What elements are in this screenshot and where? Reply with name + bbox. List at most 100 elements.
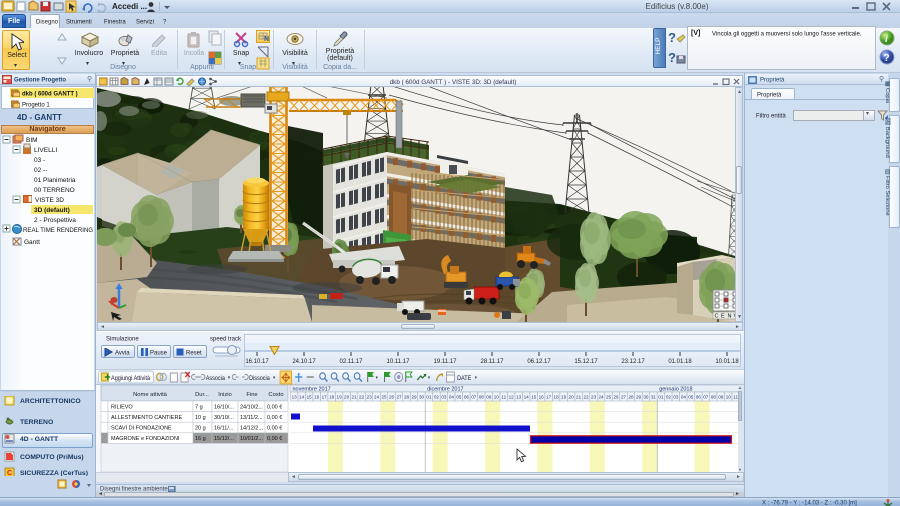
svg-text:16.10.17: 16.10.17 — [245, 359, 269, 365]
svg-text:24: 24 — [598, 395, 604, 400]
svg-text:?: ? — [884, 53, 890, 64]
svg-text:00 TERRENO: 00 TERRENO — [34, 187, 75, 194]
svg-text:4D - GANTT: 4D - GANTT — [20, 436, 59, 443]
svg-text:Aggiungi Attività: Aggiungi Attività — [111, 376, 151, 382]
svg-text:0,00 €: 0,00 € — [267, 426, 282, 432]
svg-text:15: 15 — [531, 395, 537, 400]
svg-text:16/10/...: 16/10/... — [214, 404, 234, 410]
svg-text:0,00 €: 0,00 € — [267, 436, 282, 442]
svg-text:10 g: 10 g — [195, 415, 206, 421]
svg-text:14/12/2...: 14/12/2... — [240, 426, 263, 432]
svg-text:VISTE 3D: VISTE 3D — [35, 197, 64, 204]
svg-text:16/11/...: 16/11/... — [214, 426, 234, 432]
svg-text:30/10/...: 30/10/... — [214, 415, 234, 421]
svg-text:25: 25 — [606, 395, 612, 400]
svg-text:21: 21 — [352, 395, 358, 400]
svg-text:08: 08 — [711, 395, 717, 400]
svg-text:COMPUTO (PriMus): COMPUTO (PriMus) — [20, 454, 84, 461]
svg-text:23: 23 — [591, 395, 597, 400]
svg-text:11: 11 — [501, 395, 506, 400]
svg-text:18: 18 — [329, 395, 335, 400]
svg-text:LIVELLI: LIVELLI — [34, 147, 57, 154]
svg-text:▾: ▾ — [228, 376, 231, 381]
svg-text:03: 03 — [673, 395, 679, 400]
svg-text:19: 19 — [337, 395, 343, 400]
svg-text:20 g: 20 g — [195, 426, 206, 432]
svg-text:gennaio 2018: gennaio 2018 — [659, 387, 692, 393]
svg-text:22: 22 — [584, 395, 590, 400]
svg-text:?: ? — [668, 50, 676, 65]
svg-text:14: 14 — [299, 395, 305, 400]
svg-text:19: 19 — [561, 395, 567, 400]
svg-text:30: 30 — [643, 395, 649, 400]
svg-text:26: 26 — [613, 395, 619, 400]
svg-text:MAGRONE e FONDAZIONI: MAGRONE e FONDAZIONI — [111, 436, 180, 442]
svg-text:Nome attività: Nome attività — [133, 392, 168, 398]
svg-text:20: 20 — [344, 395, 350, 400]
svg-text:27: 27 — [621, 395, 627, 400]
svg-text:01 Planimetria: 01 Planimetria — [34, 177, 76, 184]
svg-text:01: 01 — [426, 395, 432, 400]
svg-text:Gantt: Gantt — [24, 239, 40, 246]
svg-text:23: 23 — [367, 395, 373, 400]
svg-text:novembre 2017: novembre 2017 — [293, 387, 331, 393]
svg-text:BIM: BIM — [26, 137, 38, 144]
svg-text:23.12.17: 23.12.17 — [621, 359, 645, 365]
svg-text:dicembre 2017: dicembre 2017 — [427, 387, 463, 393]
svg-text:▾: ▾ — [273, 376, 276, 381]
svg-text:03: 03 — [441, 395, 447, 400]
svg-text:29: 29 — [636, 395, 642, 400]
svg-text:7 g: 7 g — [195, 404, 203, 410]
svg-text:20: 20 — [569, 395, 575, 400]
svg-text:27: 27 — [396, 395, 402, 400]
svg-text:02: 02 — [666, 395, 672, 400]
svg-text:RILIEVO: RILIEVO — [111, 404, 133, 410]
svg-text:i: i — [885, 34, 888, 45]
svg-text:25: 25 — [381, 395, 387, 400]
svg-text:06.12.17: 06.12.17 — [527, 359, 551, 365]
svg-text:10.11.17: 10.11.17 — [387, 359, 411, 365]
svg-text:?: ? — [668, 30, 676, 45]
svg-text:SCAVI DI FONDAZIONE: SCAVI DI FONDAZIONE — [111, 426, 172, 432]
svg-text:14: 14 — [524, 395, 530, 400]
svg-text:15.12.17: 15.12.17 — [574, 359, 598, 365]
svg-text:13: 13 — [516, 395, 522, 400]
svg-text:22: 22 — [359, 395, 365, 400]
svg-text:07: 07 — [471, 395, 477, 400]
svg-text:02.11.17: 02.11.17 — [340, 359, 364, 365]
svg-text:Associa: Associa — [206, 376, 226, 382]
svg-text:C: C — [7, 470, 12, 476]
svg-text:02: 02 — [434, 395, 440, 400]
svg-text:19.11.17: 19.11.17 — [434, 359, 458, 365]
svg-text:24: 24 — [374, 395, 380, 400]
svg-text:16: 16 — [539, 395, 545, 400]
svg-text:03 -: 03 - — [34, 157, 45, 164]
svg-text:28: 28 — [404, 395, 410, 400]
svg-text:10: 10 — [494, 395, 500, 400]
svg-text:09: 09 — [486, 395, 492, 400]
svg-text:10: 10 — [726, 395, 732, 400]
svg-text:DATE: DATE — [457, 376, 471, 382]
svg-text:28: 28 — [628, 395, 634, 400]
svg-text:31: 31 — [651, 395, 657, 400]
svg-text:18: 18 — [554, 395, 560, 400]
svg-text:TERRENO: TERRENO — [20, 419, 53, 426]
svg-text:ALLESTIMENTO CANTIERE: ALLESTIMENTO CANTIERE — [111, 415, 182, 421]
svg-text:24.10.17: 24.10.17 — [292, 359, 316, 365]
svg-text:13/11/2...: 13/11/2... — [240, 415, 263, 421]
svg-text:07: 07 — [703, 395, 709, 400]
svg-text:21: 21 — [576, 395, 582, 400]
svg-text:10/01/2...: 10/01/2... — [240, 436, 263, 442]
svg-text:Dur...: Dur... — [195, 392, 209, 398]
svg-text:05: 05 — [456, 395, 462, 400]
svg-text:▾: ▾ — [428, 376, 431, 381]
svg-text:28.11.17: 28.11.17 — [481, 359, 505, 365]
svg-text:▾: ▾ — [376, 376, 379, 381]
svg-text:09: 09 — [718, 395, 724, 400]
svg-text:08: 08 — [479, 395, 485, 400]
svg-text:15/12/...: 15/12/... — [214, 436, 234, 442]
svg-text:15: 15 — [307, 395, 313, 400]
svg-text:3D (default): 3D (default) — [34, 207, 70, 214]
svg-text:0,00 €: 0,00 € — [267, 404, 282, 410]
svg-text:01.01.18: 01.01.18 — [668, 359, 692, 365]
